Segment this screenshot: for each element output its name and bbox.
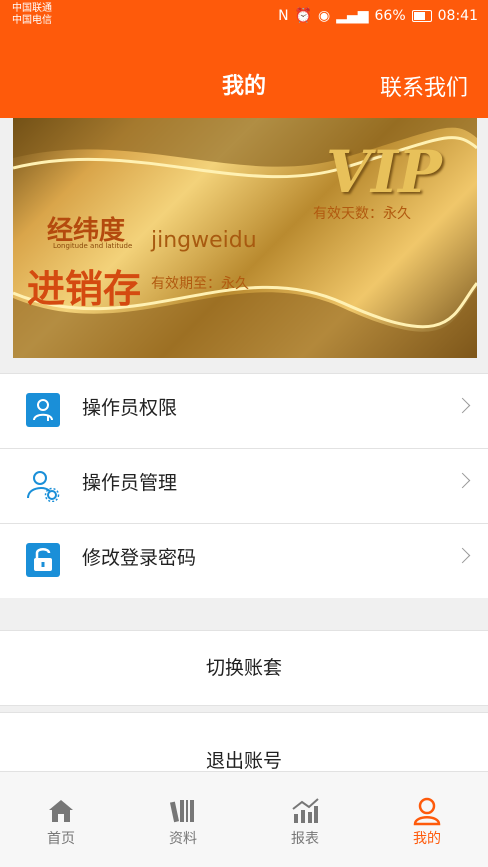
tab-mine[interactable]: 我的 [366,772,488,867]
chart-icon [292,798,319,823]
alarm-icon: ⏰ [294,8,312,24]
settings-menu: 操作员权限 操作员管理 修改登录密码 [0,373,488,598]
expiry-date: 有效期至：永久 [151,276,249,292]
menu-item-label: 操作员管理 [82,472,178,494]
carrier-name: 中国联通 [12,3,52,14]
valid-days: 有效天数：永久 [313,206,411,222]
carrier-name: 中国电信 [12,15,52,26]
switch-account-set-button[interactable]: 切换账套 [0,630,488,706]
chevron-right-icon [454,547,471,564]
battery-percent: 66% [374,8,406,24]
battery-icon [411,10,432,22]
username: jingweidu [151,228,257,253]
user-settings-icon [26,468,60,502]
vip-card: VIP 有效天数：永久 经纬度 Longitude and latitude 进… [13,118,477,358]
nfc-icon: N [278,8,289,24]
logo-english: Longitude and latitude [53,242,133,250]
app-header: 我的 联系我们 [0,34,488,118]
tab-data[interactable]: 资料 [122,772,244,867]
carrier-info: 中国联通 中国电信 [12,3,52,27]
vip-badge: VIP [326,138,442,206]
tab-label: 我的 [413,831,441,847]
menu-item-label: 操作员权限 [82,397,178,419]
menu-item-operator-management[interactable]: 操作员管理 [0,449,488,524]
user-permission-icon [26,393,60,427]
clock: 08:41 [437,8,478,24]
logo-text-bottom: 进销存 [27,267,142,311]
menu-item-change-password[interactable]: 修改登录密码 [0,524,488,598]
chevron-right-icon [454,472,471,489]
tab-reports[interactable]: 报表 [244,772,366,867]
home-icon [49,800,73,822]
menu-item-operator-permissions[interactable]: 操作员权限 [0,374,488,449]
contact-us-button[interactable]: 联系我们 [380,70,468,102]
tab-label: 首页 [47,831,75,847]
bottom-tab-bar: 首页 资料 报表 我的 [0,771,488,867]
lock-icon [26,543,60,577]
tab-home[interactable]: 首页 [0,772,122,867]
status-indicators: N ⏰ ◉ ▂▄▆ 66% 08:41 [278,8,478,24]
chevron-right-icon [454,397,471,414]
eye-comfort-icon: ◉ [317,8,331,24]
tab-label: 报表 [291,831,319,847]
menu-item-label: 修改登录密码 [82,547,197,569]
status-bar: 中国联通 中国电信 N ⏰ ◉ ▂▄▆ 66% 08:41 [0,0,488,34]
tab-label: 资料 [169,831,197,847]
person-icon [413,797,441,826]
books-icon [169,800,194,823]
signal-icon: ▂▄▆ [336,8,369,24]
